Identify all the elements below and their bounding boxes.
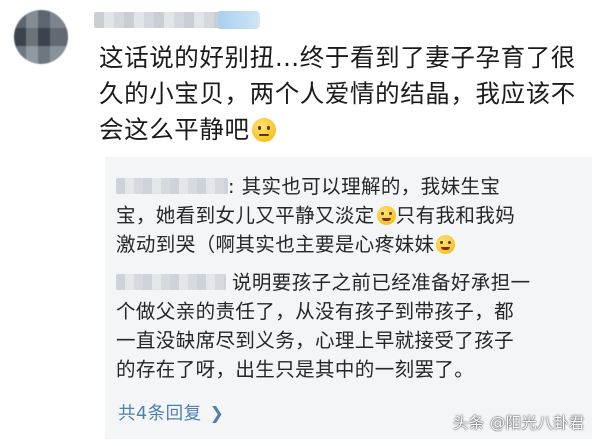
comment-line-3: 会这么平静吧 xyxy=(99,112,589,148)
reply-2-line-1: 说明要孩子之前已经准备好承担一 xyxy=(116,268,586,297)
watermark: 头条 @阳光八卦君 xyxy=(453,414,585,432)
reply-1-line-1-text: 其实也可以理解的，我妹生宝 xyxy=(234,175,501,198)
reply-1-line-1: : 其实也可以理解的，我妹生宝 xyxy=(116,172,586,201)
more-replies-link[interactable]: 共4条回复 ❯ xyxy=(118,400,224,425)
more-replies-label: 共4条回复 xyxy=(118,404,202,424)
tears-of-joy-emoji-icon xyxy=(436,235,456,254)
chevron-right-icon: ❯ xyxy=(209,404,225,424)
reply-1-line-2: 宝，她看到女儿又平静又淡定 只有我和我妈 xyxy=(116,201,586,230)
reply-2[interactable]: 说明要孩子之前已经准备好承担一 个做父亲的责任了，从没有孩子到带孩子，都 一直没… xyxy=(116,268,586,384)
reply-1-line-2b-text: 只有我和我妈 xyxy=(395,204,516,227)
comment-line-3-text: 会这么平静吧 xyxy=(99,115,250,144)
reply-2-line-1-text: 说明要孩子之前已经准备好承担一 xyxy=(232,271,531,294)
user-avatar[interactable] xyxy=(14,10,68,64)
reply-2-line-4: 的存在了呀，出生只是其中的一刻罢了。 xyxy=(116,358,475,381)
neutral-face-emoji-icon xyxy=(251,118,276,142)
comment-line-2: 久的小宝贝，两个人爱情的结晶，我应该不 xyxy=(99,79,576,108)
reply-1[interactable]: : 其实也可以理解的，我妹生宝 宝，她看到女儿又平静又淡定 只有我和我妈 激动到哭… xyxy=(116,172,586,259)
reply-2-line-2: 个做父亲的责任了，从没有孩子到带孩子，都 xyxy=(116,300,515,323)
user-badge-blurred xyxy=(218,11,258,29)
comment-text: 这话说的好别扭…终于看到了妻子孕育了很 久的小宝贝，两个人爱情的结晶，我应该不 … xyxy=(99,40,589,148)
comment-line-1: 这话说的好别扭…终于看到了妻子孕育了很 xyxy=(99,43,576,72)
reply-1-username-blurred[interactable] xyxy=(116,178,228,194)
reply-2-line-3: 一直没缺席尽到义务，心理上早就接受了孩子 xyxy=(116,329,515,352)
reply-1-line-3: 激动到哭（啊其实也主要是心疼妹妹 xyxy=(116,230,586,259)
reply-1-line-3-text: 激动到哭（啊其实也主要是心疼妹妹 xyxy=(116,233,435,256)
reply-1-separator: : xyxy=(228,175,235,198)
reply-2-username-blurred[interactable] xyxy=(116,274,226,290)
reply-1-line-2-text: 宝，她看到女儿又平静又淡定 xyxy=(116,204,375,227)
tears-of-joy-emoji-icon xyxy=(376,206,396,225)
